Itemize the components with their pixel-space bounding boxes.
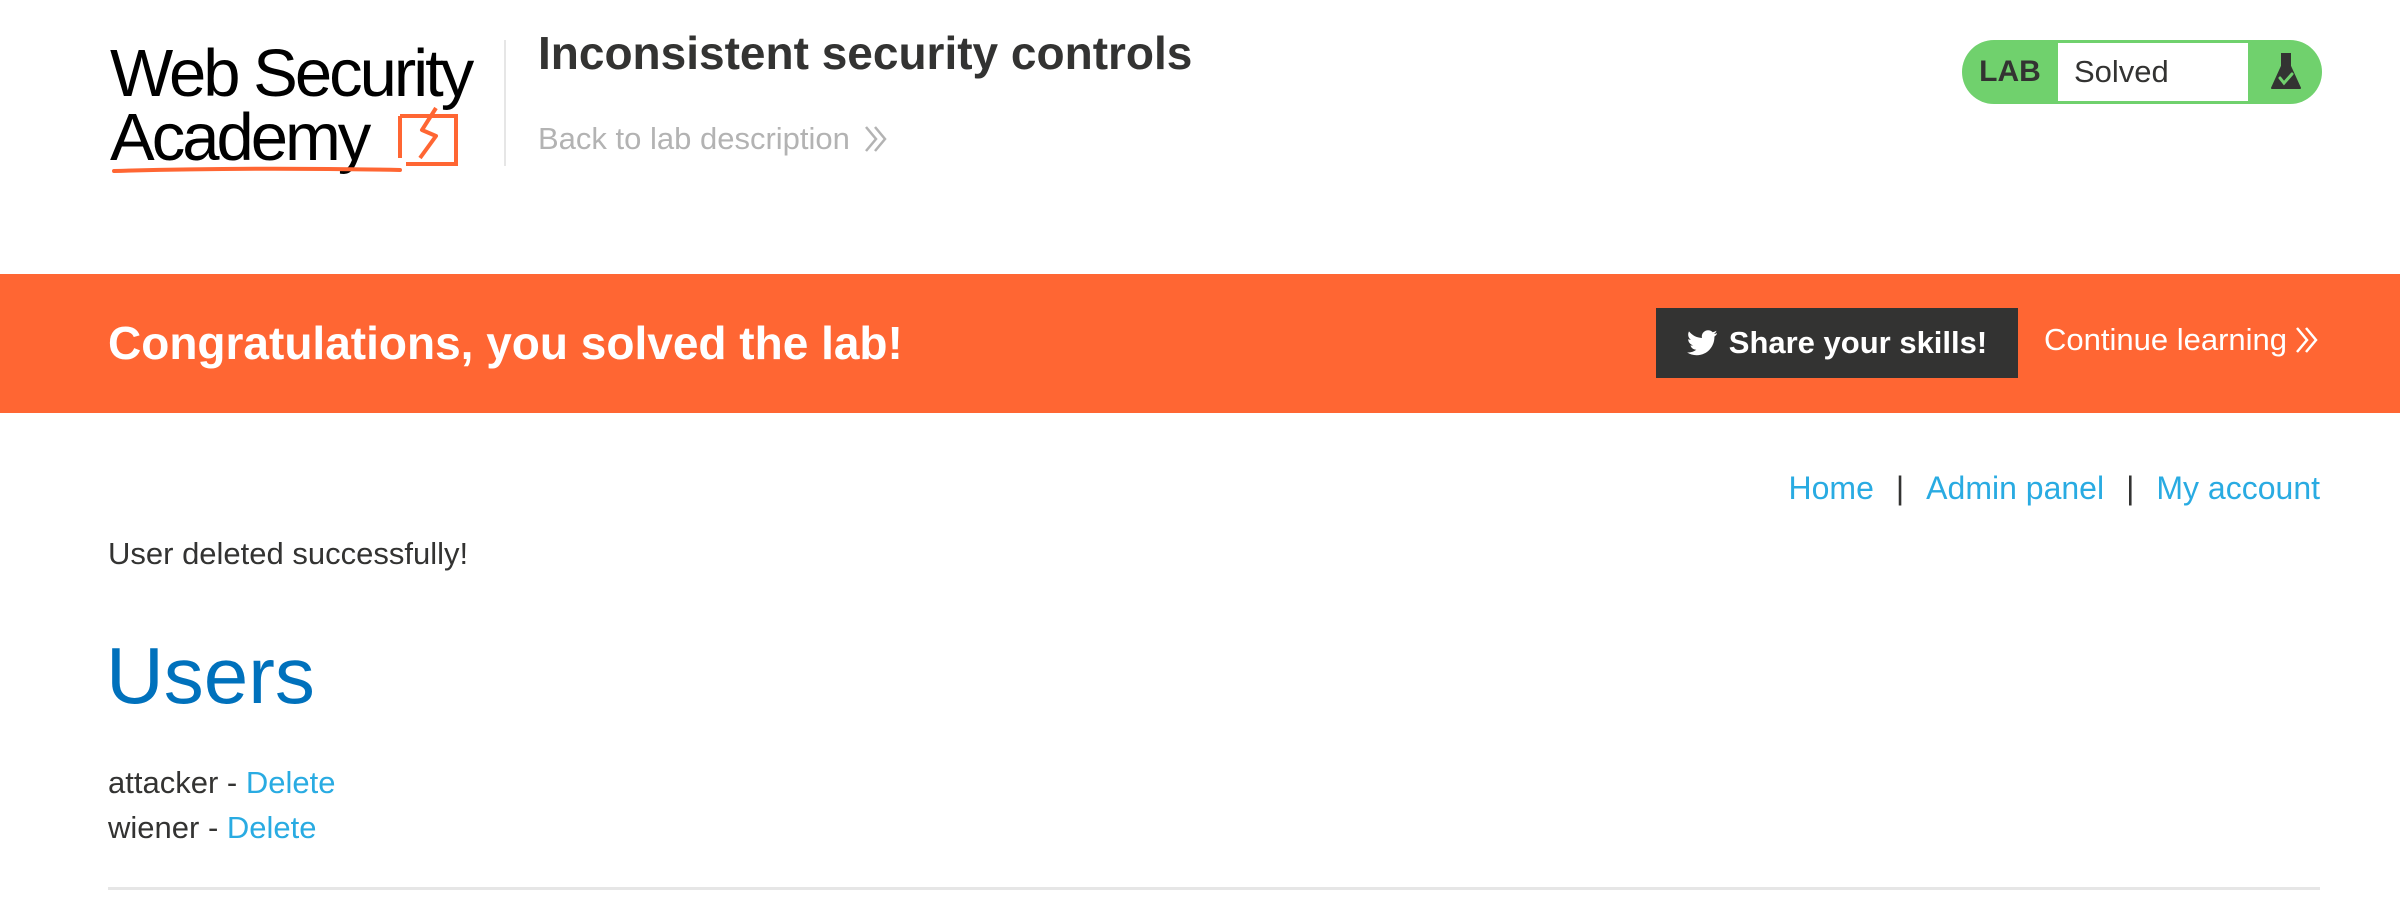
share-skills-button[interactable]: Share your skills! [1656,308,2018,378]
lab-title: Inconsistent security controls [538,27,1193,79]
list-item: wiener - Delete [108,805,335,850]
double-chevron-right-icon [2296,327,2318,353]
logo-underline [112,166,402,173]
logo-lightning-icon [398,106,458,166]
logo-line1: Web Security [110,36,474,111]
back-link-label: Back to lab description [538,121,850,156]
nav-home-link[interactable]: Home [1789,470,1874,507]
double-chevron-right-icon [864,126,887,152]
delete-user-link[interactable]: Delete [227,810,317,845]
horizontal-divider [108,887,2320,890]
twitter-bird-icon [1686,330,1717,356]
nav-separator: | [1895,470,1905,506]
back-to-lab-description-link[interactable]: Back to lab description [538,121,888,157]
status-message: User deleted successfully! [108,536,469,571]
solved-banner: Congratulations, you solved the lab! Sha… [0,274,2400,413]
delete-user-link[interactable]: Delete [246,765,336,800]
share-skills-label: Share your skills! [1728,325,1988,360]
lab-status-label: LAB [1979,55,2041,88]
username: wiener [108,810,200,845]
top-navigation: Home | Admin panel | My account [1789,470,2321,507]
continue-learning-label: Continue learning [2044,322,2288,357]
nav-separator: | [2126,470,2135,506]
user-separator: - [199,810,227,845]
flask-icon [2250,40,2322,104]
lab-status-widget: LAB Solved [1962,40,2322,104]
lab-status-state: Solved [2058,43,2248,101]
web-security-academy-logo[interactable]: Web Security Academy [110,34,502,179]
lab-header: Web Security Academy Inconsistent securi… [0,0,2400,274]
user-separator: - [218,765,246,800]
continue-learning-link[interactable]: Continue learning [2044,322,2319,358]
nav-my-account-link[interactable]: My account [2156,470,2320,507]
page-title: Users [106,631,315,720]
logo-line2: Academy [110,100,371,175]
list-item: attacker - Delete [108,760,335,805]
user-list: attacker - Delete wiener - Delete [108,760,335,850]
username: attacker [108,765,219,800]
header-divider [504,40,506,166]
nav-admin-panel-link[interactable]: Admin panel [1926,470,2104,507]
banner-message: Congratulations, you solved the lab! [108,317,903,369]
